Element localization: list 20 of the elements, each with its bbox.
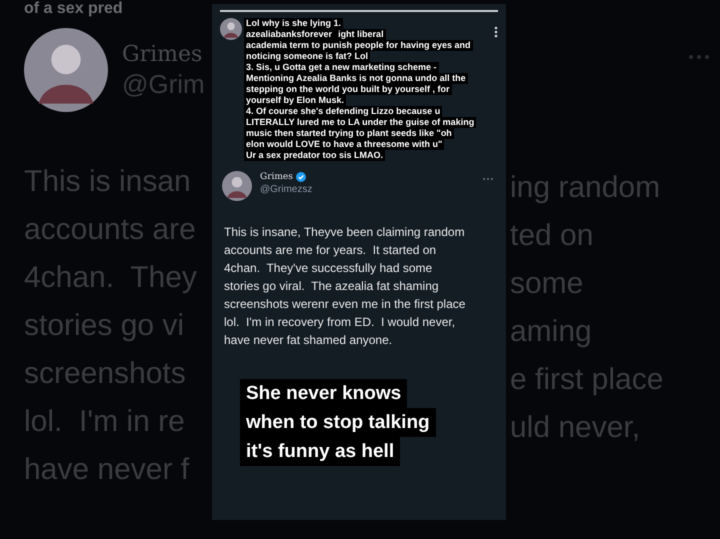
comment-line: ight liberal — [338, 29, 384, 40]
more-options-icon — [688, 54, 710, 60]
caption-text: it's funny as hell — [240, 437, 400, 466]
user-handle: @Grimezsz — [260, 183, 312, 196]
caption-text: She never knows — [240, 379, 408, 408]
avatar — [222, 171, 252, 201]
display-name: Grimes — [122, 41, 204, 69]
post-text-line: This is insane, Theyve been claiming random — [224, 224, 466, 241]
post-text-line: lol. I'm in recovery from ED. I would never, — [224, 314, 456, 331]
display-name: Grimes — [260, 171, 293, 183]
user-handle: azealiabanksforever — [246, 29, 332, 40]
post-text-line: have never fat shamed anyone. — [224, 332, 394, 349]
more-options-icon[interactable] — [494, 26, 498, 38]
post-text-line: screenshots werenr even me in the first place — [224, 296, 466, 313]
avatar — [220, 18, 242, 40]
post-text-line: stories go viral. The azealia fat shaming — [224, 278, 440, 295]
caption-text: when to stop talking — [240, 408, 436, 437]
post-text-line: 4chan. They've successfully had some — [224, 260, 434, 277]
caption-text: of a sex pred — [24, 0, 124, 18]
post-text-line: accounts are me for years. It started on — [224, 242, 438, 259]
